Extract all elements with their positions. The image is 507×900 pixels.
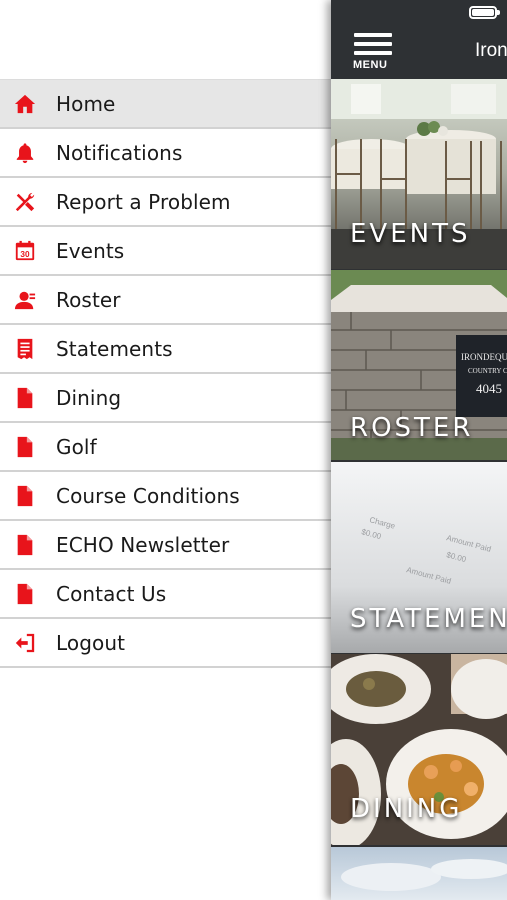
menu-item-contact-us[interactable]: Contact Us — [0, 570, 331, 619]
menu-item-dining[interactable]: Dining — [0, 374, 331, 423]
tile-events[interactable]: EVENTS — [331, 79, 507, 269]
document-icon — [13, 484, 37, 508]
app-title: Iron — [475, 40, 507, 61]
tile-dining[interactable]: DINING — [331, 654, 507, 845]
sign-line-2: COUNTRY CLU — [468, 367, 507, 375]
menu-item-roster[interactable]: Roster — [0, 276, 331, 325]
bell-icon — [13, 141, 37, 165]
tile-statements[interactable]: Charge $0.00 Amount Paid $0.00 Amount Pa… — [331, 462, 507, 653]
menu-item-report-a-problem[interactable]: Report a Problem — [0, 178, 331, 227]
menu-item-label: Contact Us — [56, 581, 167, 606]
document-icon — [13, 582, 37, 606]
tile-label: EVENTS — [350, 219, 471, 249]
menu-item-label: Home — [56, 91, 116, 116]
menu-item-course-conditions[interactable]: Course Conditions — [0, 472, 331, 521]
menu-item-label: Statements — [56, 336, 173, 361]
menu-item-notifications[interactable]: Notifications — [0, 129, 331, 178]
menu-list: Home Notifications Report a Problem 30 E… — [0, 79, 331, 668]
next-photo — [331, 847, 507, 900]
document-icon — [13, 386, 37, 410]
menu-item-events[interactable]: 30 Events — [0, 227, 331, 276]
menu-item-statements[interactable]: Statements — [0, 325, 331, 374]
tile-next-partial[interactable] — [331, 847, 507, 900]
menu-item-label: Logout — [56, 630, 126, 655]
menu-button-label: MENU — [353, 59, 388, 71]
calendar-icon: 30 — [13, 239, 37, 263]
tools-icon — [13, 190, 37, 214]
menu-item-label: ECHO Newsletter — [56, 532, 230, 557]
sign-line-1: IRONDEQUO — [461, 352, 507, 362]
battery-icon — [469, 6, 497, 19]
tile-label: STATEMENTS — [350, 604, 507, 634]
logout-icon — [13, 631, 37, 655]
menu-item-label: Golf — [56, 434, 97, 459]
main-panel: MENU Iron EVENTS IRONDEQU COUNTRY C 4045… — [331, 0, 507, 900]
menu-item-label: Events — [56, 238, 125, 263]
menu-item-label: Dining — [56, 385, 122, 410]
menu-item-logout[interactable]: Logout — [0, 619, 331, 668]
menu-item-label: Course Conditions — [56, 483, 240, 508]
menu-item-label: Roster — [56, 287, 121, 312]
statement-icon — [13, 337, 37, 361]
sign-number: 4045 — [476, 381, 502, 396]
calendar-day: 30 — [20, 249, 30, 258]
top-bar: MENU Iron — [331, 0, 507, 79]
menu-item-echo-newsletter[interactable]: ECHO Newsletter — [0, 521, 331, 570]
document-icon — [13, 533, 37, 557]
menu-item-label: Notifications — [56, 140, 183, 165]
document-icon — [13, 435, 37, 459]
menu-button[interactable]: MENU — [353, 33, 395, 73]
person-icon — [13, 288, 37, 312]
tile-roster[interactable]: IRONDEQUO COUNTRY CLU 4045 ROSTER — [331, 270, 507, 460]
tile-label: ROSTER — [350, 413, 474, 443]
navigation-drawer: Home Notifications Report a Problem 30 E… — [0, 0, 332, 900]
tile-label: DINING — [350, 794, 463, 824]
home-icon — [13, 92, 37, 116]
menu-item-home[interactable]: Home — [0, 79, 331, 129]
menu-item-label: Report a Problem — [56, 189, 231, 214]
menu-item-golf[interactable]: Golf — [0, 423, 331, 472]
